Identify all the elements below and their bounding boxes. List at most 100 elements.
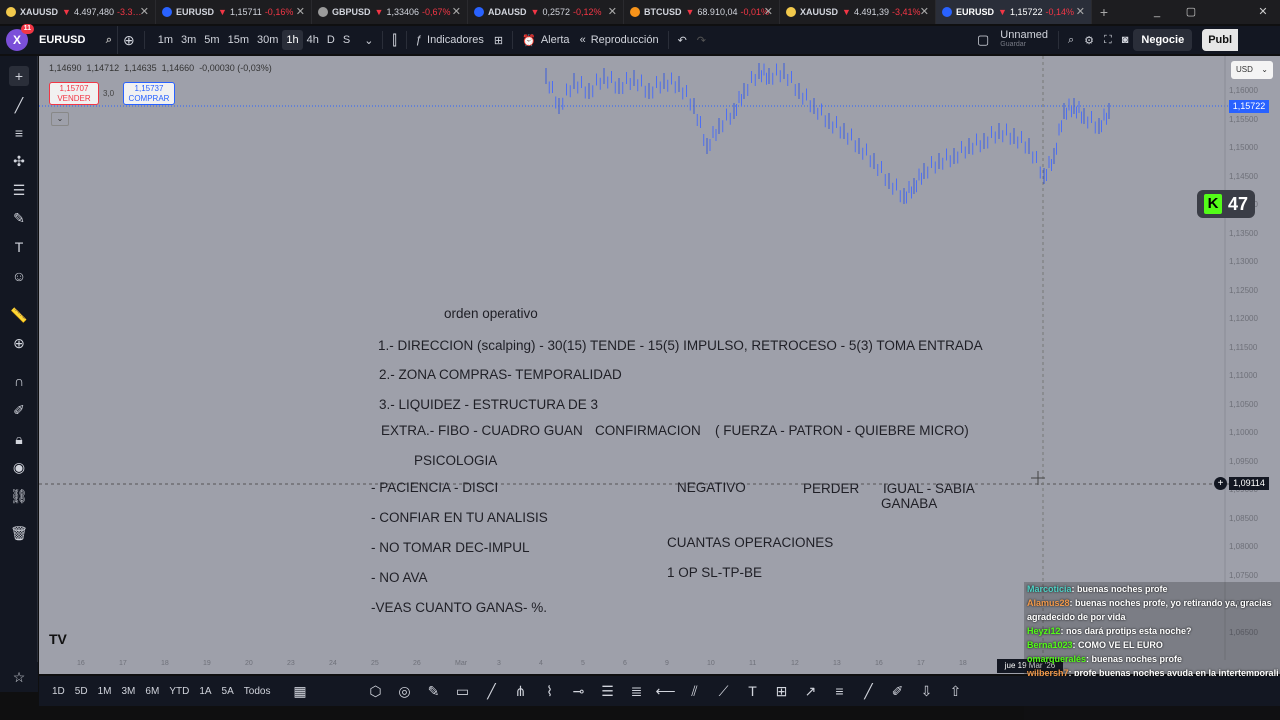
range-3m[interactable]: 3M	[117, 686, 141, 697]
pencil-tool[interactable]: ✎	[419, 683, 448, 700]
curve-tool[interactable]: ↗	[796, 683, 825, 700]
tab-close-icon[interactable]: ✕	[452, 5, 461, 18]
line-tool[interactable]: ╱	[477, 683, 506, 700]
tab-close-icon[interactable]: ✕	[1076, 5, 1085, 18]
indicators-button[interactable]: ƒ Indicadores	[411, 26, 489, 54]
chart-type-button[interactable]: ⫿	[387, 26, 401, 54]
zigzag-tool[interactable]: ⌇	[535, 683, 564, 700]
publish-button[interactable]: Publ	[1202, 29, 1239, 51]
range-5d[interactable]: 5D	[70, 686, 93, 697]
fib-retracement-tool[interactable]: ☰	[593, 683, 622, 700]
interval-30m[interactable]: 30m	[253, 30, 282, 50]
maximize-button[interactable]: ▢	[1174, 0, 1208, 24]
zoom-tool[interactable]: ⊕	[9, 333, 29, 353]
text-tool[interactable]: T	[9, 237, 29, 257]
alert-button[interactable]: ⏰ Alerta	[517, 26, 574, 54]
symbol-search-button[interactable]: EURUSD ⌕	[34, 26, 118, 54]
fib-extension-tool[interactable]: ≣	[622, 683, 651, 700]
browser-tab[interactable]: EURUSD ▼ 1,15711 -0,16% ✕	[156, 0, 312, 24]
range-1a[interactable]: 1A	[194, 686, 216, 697]
magnet-tool[interactable]: ∩	[9, 371, 29, 391]
interval-dropdown[interactable]: ⌄	[359, 26, 378, 54]
shape-tool[interactable]: ⬡	[361, 683, 390, 700]
tab-close-icon[interactable]: ✕	[296, 5, 305, 18]
lock-tool[interactable]: 🔒︎	[9, 429, 29, 449]
browser-tab[interactable]: XAUUSD ▼ 4.497,480 -3.3… ✕	[0, 0, 156, 24]
replay-button[interactable]: « Reproducción	[575, 26, 664, 54]
new-tab-button[interactable]: +	[1092, 4, 1116, 20]
minimize-button[interactable]: _	[1140, 0, 1174, 24]
interval-S[interactable]: S	[339, 30, 354, 50]
hide-tool[interactable]: ◉	[9, 457, 29, 477]
goto-date-button[interactable]: ▦	[285, 683, 314, 700]
rectangle-tool[interactable]: ▭	[448, 683, 477, 700]
browser-tab[interactable]: EURUSD ▼ 1,15722 -0,14% ✕	[936, 0, 1092, 24]
settings-button[interactable]: ⚙	[1079, 26, 1099, 54]
path-tool[interactable]: ⟋	[709, 683, 738, 700]
range-1m[interactable]: 1M	[93, 686, 117, 697]
trade-button[interactable]: Negocie	[1133, 29, 1193, 51]
ray-tool[interactable]: ⟵	[651, 683, 680, 700]
pattern-tool[interactable]: ✣	[9, 151, 29, 171]
interval-3m[interactable]: 3m	[177, 30, 200, 50]
fib-tool[interactable]: ☰	[9, 180, 29, 200]
arrow-down-tool[interactable]: ⇩	[912, 683, 941, 700]
legend-collapse-button[interactable]: ⌄	[51, 112, 69, 126]
layout-name-button[interactable]: Unnamed Guardar	[994, 26, 1054, 54]
trendline-tool[interactable]: ╱	[9, 95, 29, 115]
range-todos[interactable]: Todos	[239, 686, 276, 697]
hline-tool[interactable]: ⊸	[564, 683, 593, 700]
emoji-tool[interactable]: ☺	[9, 266, 29, 286]
fullscreen-button[interactable]: ⛶	[1099, 26, 1117, 54]
interval-4h[interactable]: 4h	[303, 30, 323, 50]
range-1d[interactable]: 1D	[47, 686, 70, 697]
horizontal-lines-tool[interactable]: ≡	[9, 123, 29, 143]
browser-tab[interactable]: XAUUSD ▼ 4.491,39 -3,41% ✕	[780, 0, 936, 24]
undo-button[interactable]: ↶	[673, 26, 692, 54]
sync-tool[interactable]: ⛓	[9, 486, 29, 506]
browser-tab[interactable]: ADAUSD ▼ 0,2572 -0,12% ✕	[468, 0, 624, 24]
tradingview-logo[interactable]: TV	[49, 631, 67, 647]
stay-drawing-tool[interactable]: ✐	[9, 400, 29, 420]
layout-toggle-button[interactable]: ▢	[972, 26, 994, 54]
interval-D[interactable]: D	[323, 30, 339, 50]
snapshot-button[interactable]: ◙	[1117, 26, 1134, 54]
delete-tool[interactable]: 🗑︎	[9, 523, 29, 543]
text-tool[interactable]: T	[738, 683, 767, 699]
compare-add-button[interactable]: ⊕	[118, 26, 140, 54]
interval-1h[interactable]: 1h	[282, 30, 303, 50]
close-window-button[interactable]: ✕	[1246, 0, 1280, 24]
range-5a[interactable]: 5A	[217, 686, 239, 697]
tab-close-icon[interactable]: ✕	[140, 5, 149, 18]
pitchfork-tool[interactable]: ⋔	[506, 683, 535, 700]
tab-close-icon[interactable]: ✕	[920, 5, 929, 18]
currency-selector[interactable]: USD ⌄	[1231, 61, 1273, 79]
ruler-tool[interactable]: 📏	[9, 305, 29, 325]
sell-button[interactable]: 1,15707 VENDER	[49, 82, 99, 105]
watchlist-favorite-button[interactable]: ☆	[0, 662, 38, 692]
redo-button[interactable]: ↷	[692, 26, 711, 54]
range-ytd[interactable]: YTD	[164, 686, 194, 697]
browser-tab[interactable]: BTCUSD ▼ 68.910,04 -0,01% ✕	[624, 0, 780, 24]
tab-close-icon[interactable]: ✕	[608, 5, 617, 18]
interval-5m[interactable]: 5m	[200, 30, 223, 50]
highlighter-tool[interactable]: ✐	[883, 683, 912, 700]
add-alert-plus-icon[interactable]: +	[1214, 477, 1227, 490]
user-avatar[interactable]: X 11	[6, 24, 34, 51]
parallel-channel-tool[interactable]: ⫽	[680, 683, 709, 700]
interval-15m[interactable]: 15m	[224, 30, 253, 50]
brush-tool[interactable]: ✎	[9, 208, 29, 228]
brush-tool[interactable]: ╱	[854, 683, 883, 700]
templates-button[interactable]: ⊞	[489, 26, 508, 54]
range-6m[interactable]: 6M	[140, 686, 164, 697]
browser-tab[interactable]: GBPUSD ▼ 1,33406 -0,67% ✕	[312, 0, 468, 24]
buy-button[interactable]: 1,15737 COMPRAR	[123, 82, 175, 105]
quick-search-button[interactable]: ⌕	[1063, 26, 1079, 54]
crosshair-tool[interactable]: +	[9, 66, 29, 86]
grid-tool[interactable]: ⊞	[767, 683, 796, 700]
lines-tool[interactable]: ≡	[825, 683, 854, 699]
arrow-up-tool[interactable]: ⇧	[941, 683, 970, 700]
target-tool[interactable]: ◎	[390, 683, 419, 700]
tab-close-icon[interactable]: ✕	[764, 5, 773, 18]
interval-1m[interactable]: 1m	[154, 30, 177, 50]
